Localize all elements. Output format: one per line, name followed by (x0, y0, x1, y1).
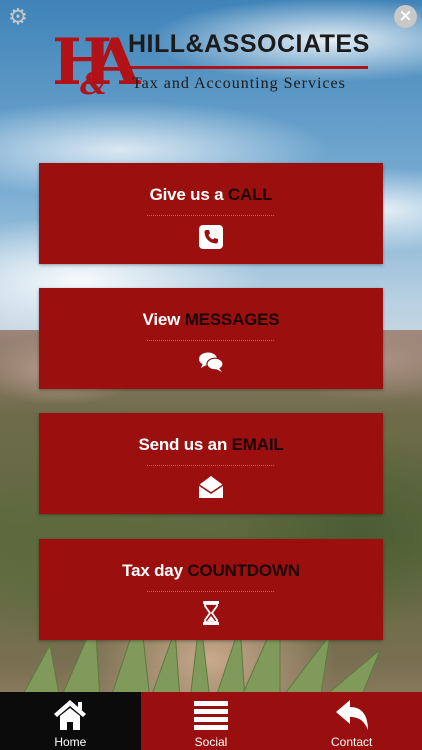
email-title: Send us an EMAIL (138, 435, 284, 454)
tab-home-label: Home (54, 735, 87, 749)
phone-icon (199, 225, 223, 249)
logo-monogram: HA & (52, 28, 140, 103)
hourglass-icon (203, 601, 219, 625)
logo-monogram-ampersand: & (80, 67, 108, 102)
close-icon[interactable]: × (394, 5, 417, 28)
divider (147, 465, 274, 466)
call-title: Give us a CALL (149, 185, 273, 204)
reply-arrow-icon (335, 700, 368, 730)
divider (147, 591, 274, 592)
firm-name: HILL&ASSOCIATES (128, 30, 370, 58)
company-logo: HA & HILL&ASSOCIATES Tax and Accounting … (52, 10, 372, 105)
divider (147, 340, 274, 341)
gear-icon[interactable]: ⚙ (6, 6, 30, 30)
tab-contact[interactable]: Contact (281, 692, 422, 750)
home-icon (54, 700, 87, 730)
messages-button[interactable]: View MESSAGES (39, 288, 383, 389)
tab-social-label: Social (194, 735, 228, 749)
logo-rule (126, 66, 368, 69)
tab-social[interactable]: Social (140, 692, 282, 750)
messages-title: View MESSAGES (142, 310, 280, 329)
tab-home[interactable]: Home (0, 692, 141, 750)
call-button[interactable]: Give us a CALL (39, 163, 383, 264)
tab-contact-label: Contact (331, 735, 373, 749)
chat-bubbles-icon (199, 352, 224, 372)
firm-tagline: Tax and Accounting Services (132, 75, 346, 92)
divider (147, 215, 274, 216)
menu-lines-icon (194, 701, 228, 730)
bottom-tab-bar: Home Social Contact (0, 692, 422, 750)
countdown-button[interactable]: Tax day COUNTDOWN (39, 539, 383, 640)
envelope-icon (198, 476, 224, 498)
email-button[interactable]: Send us an EMAIL (39, 413, 383, 514)
countdown-title: Tax day COUNTDOWN (122, 561, 300, 580)
